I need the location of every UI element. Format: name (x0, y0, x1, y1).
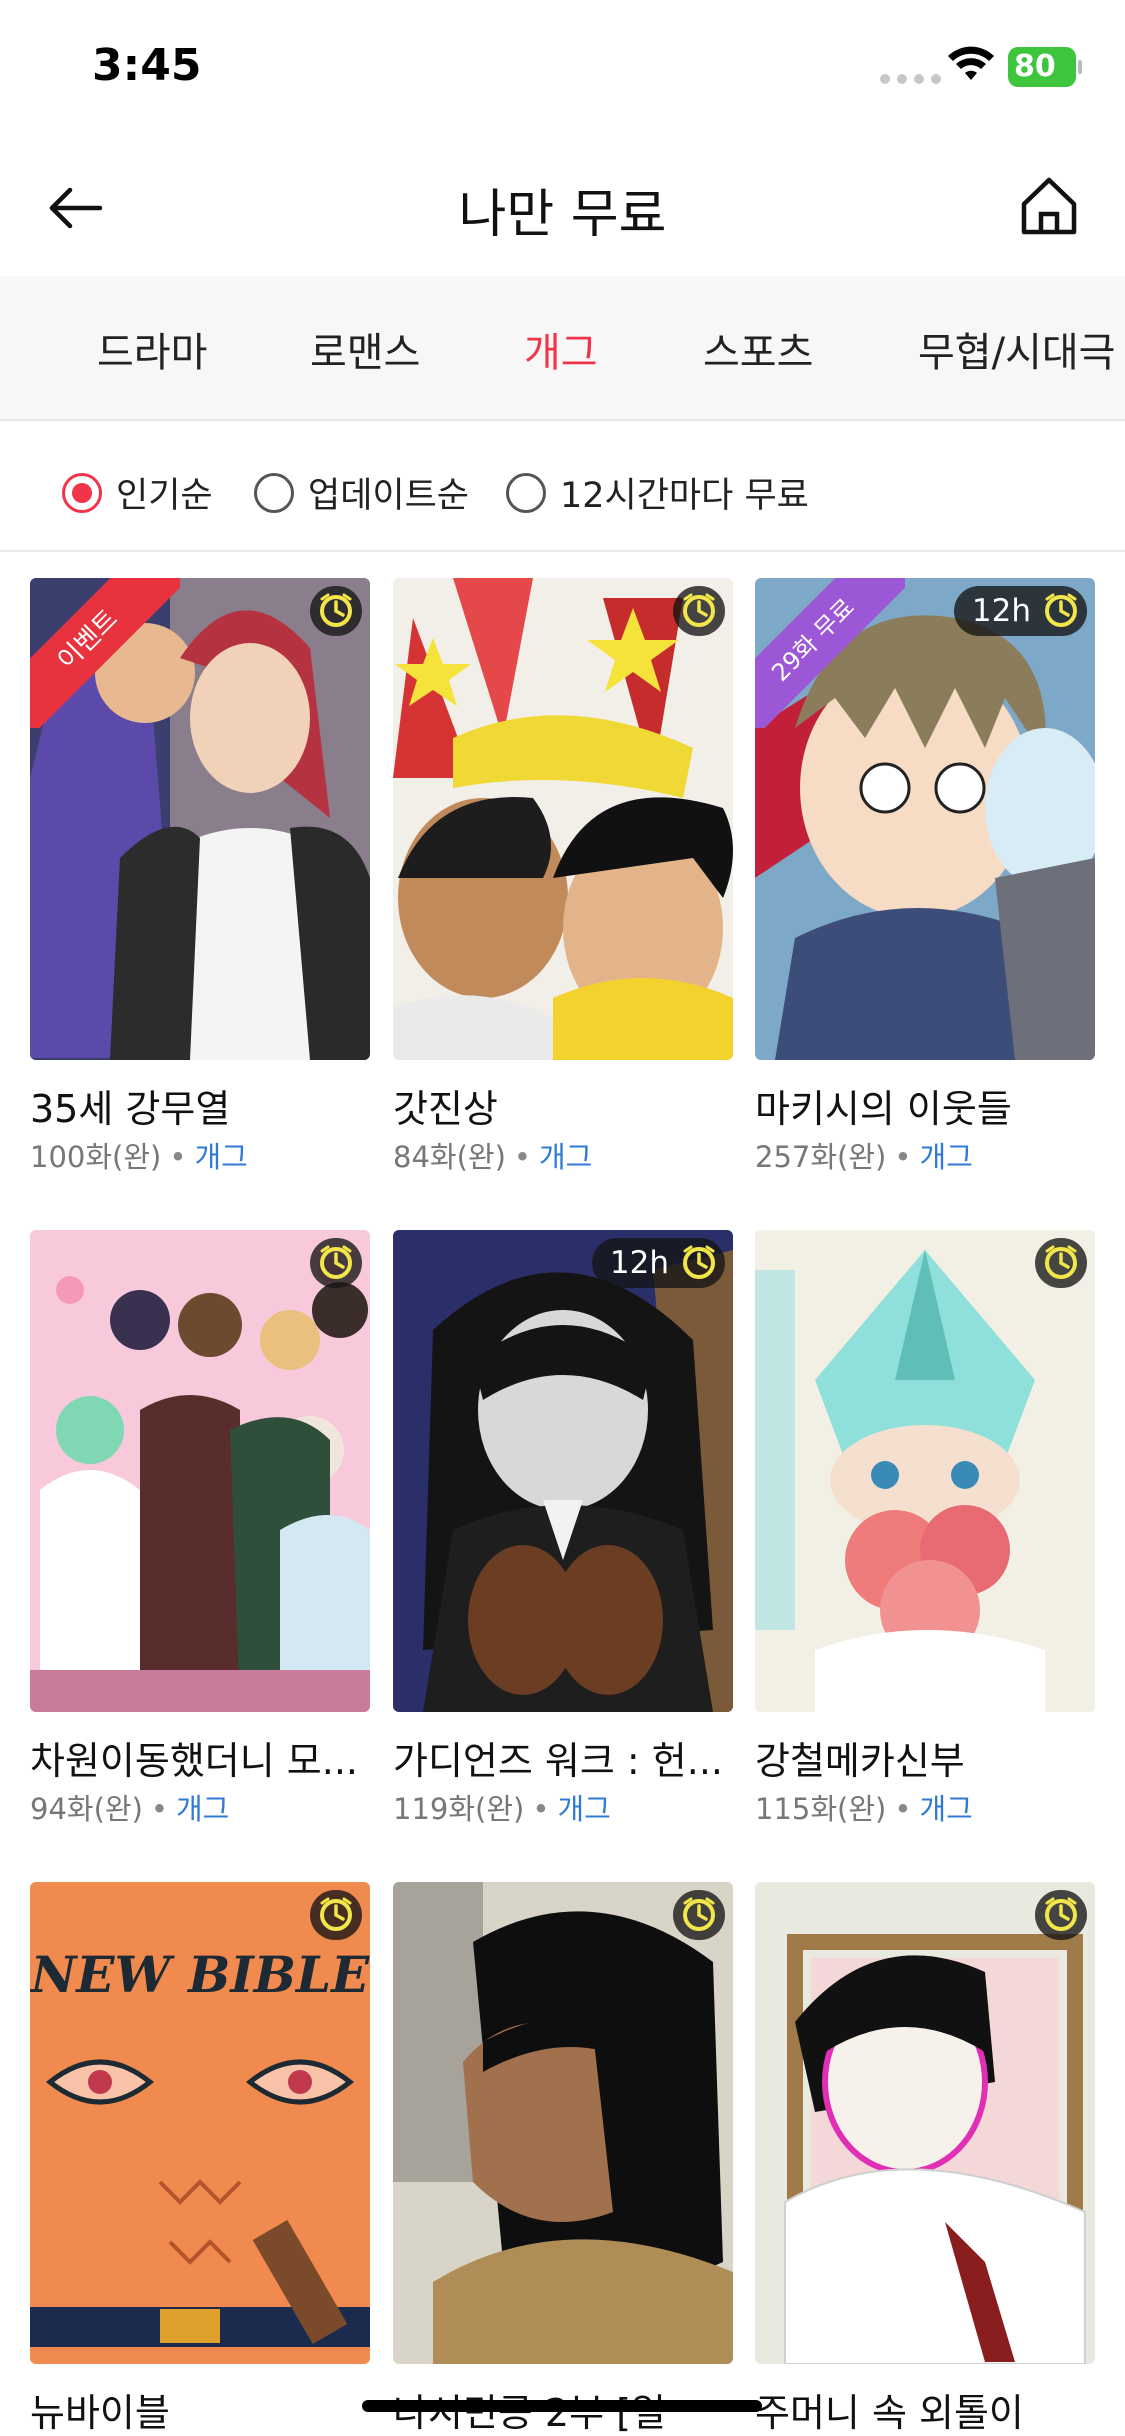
cover-art (755, 1882, 1095, 2364)
genre-tabs: 드라마 로맨스 개그 스포츠 무협/시대극 (0, 276, 1125, 421)
genre-tag[interactable]: 개그 (194, 1140, 247, 1174)
clock-icon (683, 593, 715, 627)
battery-level: 80 (1014, 49, 1056, 84)
comic-title: 갓진상 (393, 1087, 498, 1131)
wifi-icon (948, 46, 994, 80)
filter-label: 업데이트순 (308, 476, 470, 516)
wait-free-timer (1035, 1890, 1087, 1940)
comic-thumbnail: NEW BIBLE (30, 1882, 370, 2364)
clock-icon (320, 1245, 352, 1279)
comic-title: 35세 강무열 (30, 1087, 231, 1131)
comic-meta: 94화(완) • 개그 (30, 1786, 229, 1828)
tab-romance[interactable]: 로맨스 (310, 320, 420, 378)
genre-tag[interactable]: 개그 (557, 1792, 610, 1826)
clock-icon (683, 1245, 715, 1279)
comic-meta: 119화(완) • 개그 (393, 1786, 611, 1828)
comic-title: 차원이동했더니 모... (30, 1739, 358, 1783)
filter-label: 12시간마다 무료 (560, 476, 809, 516)
clock-icon (683, 1897, 715, 1931)
comic-meta: 100화(완) • 개그 (30, 1134, 248, 1176)
sort-filters: 인기순 업데이트순 12시간마다 무료 (0, 421, 1125, 552)
comic-thumbnail (393, 1882, 733, 2364)
comic-title: 가디언즈 워크 : 헌... (393, 1739, 723, 1783)
battery-icon: 80 (1008, 47, 1082, 87)
radio-icon (506, 472, 546, 513)
cover-art (393, 1882, 733, 2364)
status-time: 3:45 (92, 40, 202, 91)
wait-free-timer (310, 1890, 362, 1940)
meta-separator: • (894, 1140, 912, 1174)
comic-thumbnail: 12h (393, 1230, 733, 1712)
cover-art (393, 1230, 733, 1712)
meta-separator: • (532, 1792, 550, 1826)
wait-free-timer (1035, 1238, 1087, 1288)
comic-meta: 257화(완) • 개그 (755, 1134, 973, 1176)
episode-count: 257화(완) (755, 1140, 887, 1174)
radio-selected-icon (62, 472, 102, 513)
clock-icon (1045, 1245, 1077, 1279)
page-title: 나만 무료 (458, 185, 667, 245)
wait-free-timer: 12h (591, 1238, 725, 1288)
free-episodes-badge: 29화 무료 (755, 578, 905, 728)
comic-thumbnail (755, 1230, 1095, 1712)
wait-free-timer: 12h (953, 586, 1087, 636)
comic-title: 주머니 속 외톨이 (755, 2391, 1024, 2435)
genre-tag[interactable]: 개그 (176, 1792, 229, 1826)
home-icon[interactable] (1018, 174, 1080, 238)
cellular-signal-icon (880, 74, 941, 84)
nav-header: 나만 무료 (0, 140, 1125, 276)
wait-free-timer (673, 586, 725, 636)
wait-free-timer (673, 1890, 725, 1940)
cover-art (755, 1230, 1095, 1712)
comic-thumbnail (393, 578, 733, 1060)
meta-separator: • (513, 1140, 531, 1174)
cover-art (30, 1230, 370, 1712)
clock-icon (320, 593, 352, 627)
comic-thumbnail (30, 1230, 370, 1712)
genre-tag[interactable]: 개그 (919, 1792, 972, 1826)
cover-art: NEW BIBLE (30, 1882, 370, 2364)
meta-separator: • (150, 1792, 168, 1826)
tab-martial-arts[interactable]: 무협/시대극 (918, 320, 1115, 378)
event-badge: 이벤트 (30, 578, 180, 728)
filter-label: 인기순 (116, 476, 213, 516)
episode-count: 84화(완) (393, 1140, 506, 1174)
cover-art (393, 578, 733, 1060)
filter-popular[interactable]: 인기순 (62, 467, 213, 518)
meta-separator: • (169, 1140, 187, 1174)
timer-label: 12h (609, 1245, 669, 1281)
tab-sports[interactable]: 스포츠 (703, 320, 813, 378)
comic-thumbnail: 이벤트 (30, 578, 370, 1060)
clock-icon (1045, 1897, 1077, 1931)
status-bar: 3:45 80 (0, 0, 1125, 140)
comic-meta: 115화(완) • 개그 (755, 1786, 973, 1828)
comic-title: 강철메카신부 (755, 1739, 965, 1783)
tab-drama[interactable]: 드라마 (97, 320, 207, 378)
comic-meta: 84화(완) • 개그 (393, 1134, 592, 1176)
home-indicator (362, 2400, 762, 2412)
timer-label: 12h (971, 593, 1031, 629)
genre-tag[interactable]: 개그 (539, 1140, 592, 1174)
clock-icon (1045, 593, 1077, 627)
wait-free-timer (310, 586, 362, 636)
wait-free-timer (310, 1238, 362, 1288)
clock-icon (320, 1897, 352, 1931)
filter-updated[interactable]: 업데이트순 (254, 467, 469, 518)
cover-lettering: NEW BIBLE (30, 1945, 370, 2004)
episode-count: 94화(완) (30, 1792, 143, 1826)
episode-count: 115화(완) (755, 1792, 887, 1826)
comic-thumbnail (755, 1882, 1095, 2364)
genre-tag[interactable]: 개그 (919, 1140, 972, 1174)
filter-free-12h[interactable]: 12시간마다 무료 (506, 467, 809, 518)
tab-comedy[interactable]: 개그 (524, 320, 598, 378)
comic-title: 뉴바이블 (30, 2391, 170, 2435)
radio-icon (254, 472, 294, 513)
episode-count: 119화(완) (393, 1792, 525, 1826)
comic-title: 마키시의 이웃들 (755, 1087, 1012, 1131)
comic-thumbnail: 29화 무료 12h (755, 578, 1095, 1060)
episode-count: 100화(완) (30, 1140, 162, 1174)
meta-separator: • (894, 1792, 912, 1826)
